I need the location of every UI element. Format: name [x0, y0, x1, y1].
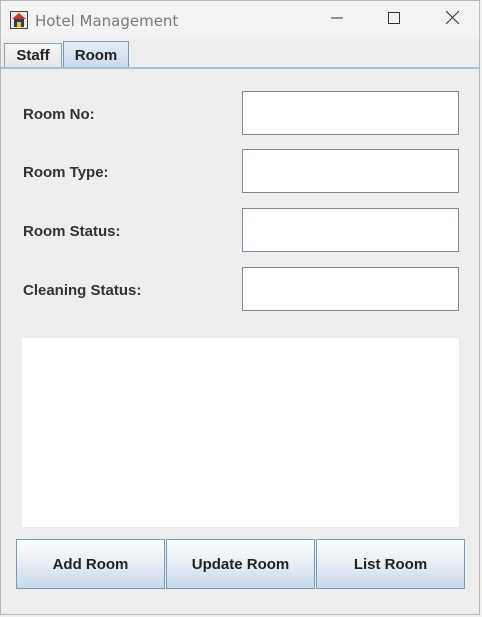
room-status-label: Room Status: [23, 223, 121, 240]
window-title: Hotel Management [35, 12, 179, 30]
close-button[interactable] [424, 1, 480, 39]
update-room-button[interactable]: Update Room [166, 539, 315, 589]
cleaning-status-label: Cleaning Status: [23, 282, 142, 299]
room-status-field[interactable] [242, 208, 459, 252]
room-no-field[interactable] [242, 91, 459, 135]
room-type-field[interactable] [242, 149, 459, 193]
title-bar[interactable]: Hotel Management [1, 1, 479, 39]
close-icon [445, 10, 459, 29]
minimize-button[interactable] [309, 1, 365, 39]
hotel-app-icon [10, 11, 28, 29]
app-window: Hotel Management Staff Room Room No: Roo… [0, 0, 480, 615]
cleaning-status-field[interactable] [242, 267, 459, 311]
tab-staff[interactable]: Staff [4, 43, 62, 67]
room-no-label: Room No: [23, 106, 95, 123]
maximize-icon [388, 11, 400, 29]
room-output-area[interactable] [22, 338, 459, 527]
tab-strip: Staff Room [1, 39, 479, 68]
tab-room[interactable]: Room [63, 41, 129, 68]
room-type-label: Room Type: [23, 164, 109, 181]
minimize-icon [331, 11, 343, 29]
list-room-button[interactable]: List Room [316, 539, 465, 589]
maximize-button[interactable] [366, 1, 422, 39]
room-panel: Room No: Room Type: Room Status: Cleanin… [5, 69, 475, 612]
add-room-button[interactable]: Add Room [16, 539, 165, 589]
